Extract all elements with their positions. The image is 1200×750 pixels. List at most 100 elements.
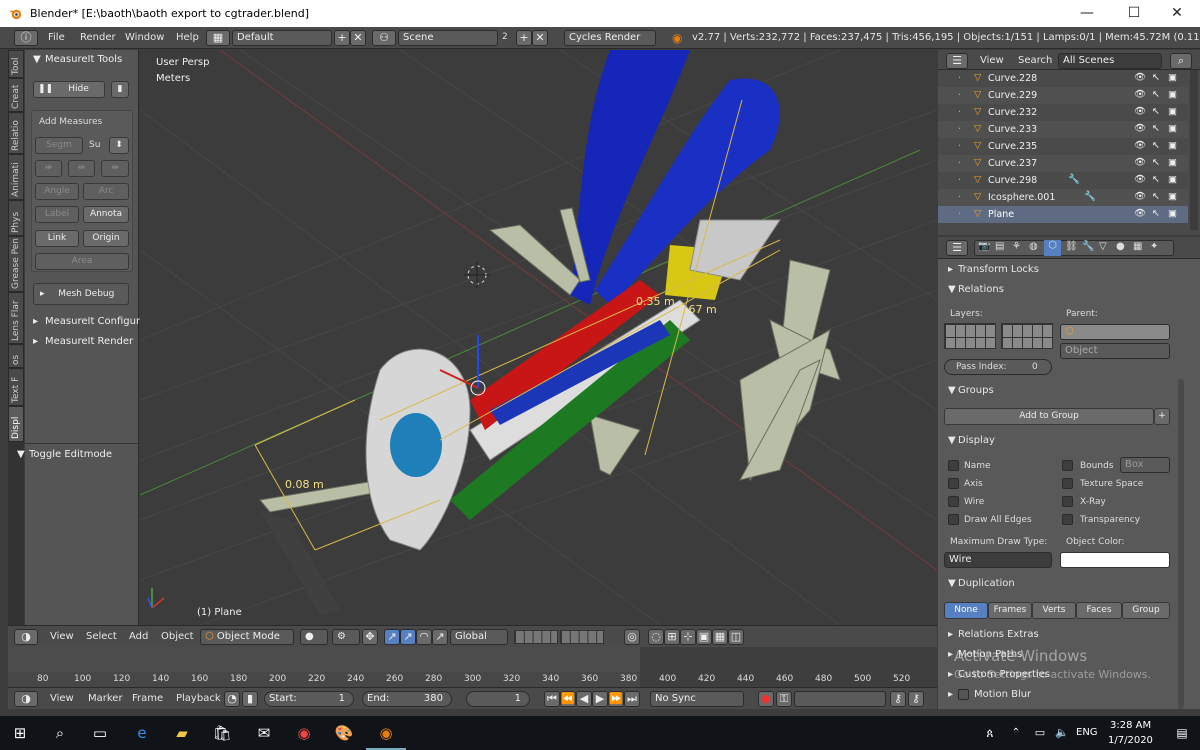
bounds-type-select[interactable]: Box	[1120, 457, 1170, 473]
name-checkbox[interactable]	[948, 460, 959, 471]
tab-os[interactable]: os	[8, 344, 24, 368]
sync-mode-select[interactable]: No Sync	[650, 691, 744, 707]
relations-header[interactable]: ▼ Relations	[944, 282, 1184, 300]
angle-button[interactable]: Angle	[35, 183, 79, 200]
menu-file[interactable]: File	[48, 32, 65, 43]
keying-set-icon[interactable]: ⚿	[776, 691, 792, 707]
transparency-checkbox[interactable]	[1062, 514, 1073, 525]
render-anim-icon[interactable]: ▦	[712, 629, 728, 645]
outliner-search-icon[interactable]: ⌕	[1170, 53, 1192, 69]
chrome-icon[interactable]: ◉	[284, 716, 324, 750]
measureit-render-header[interactable]: ▸ MeasureIt Render	[25, 334, 139, 352]
area-button[interactable]: Area	[35, 253, 129, 270]
wire-checkbox[interactable]	[948, 496, 959, 507]
outliner-scenes-select[interactable]: All Scenes	[1058, 53, 1162, 69]
opengl-render-icon[interactable]: ▣	[696, 629, 712, 645]
motion-blur-header[interactable]: ▸ Motion Blur	[944, 687, 1184, 705]
segment-button[interactable]: Segm	[35, 137, 83, 154]
su-stepper[interactable]: ⬍	[109, 137, 129, 154]
parent-field[interactable]: ⬡	[1060, 324, 1170, 340]
display-header[interactable]: ▼ Display	[944, 433, 1184, 451]
outliner-view-menu[interactable]: View	[980, 55, 1004, 66]
measure-z-button[interactable]: ⇹	[101, 160, 129, 177]
timeline-editor-icon[interactable]: ◑	[14, 691, 38, 707]
menu-window[interactable]: Window	[125, 32, 164, 43]
search-icon[interactable]: ⌕	[40, 716, 80, 750]
snap-icon[interactable]: ⊞	[664, 629, 680, 645]
texture-space-checkbox[interactable]	[1062, 478, 1073, 489]
tab-create[interactable]: Creat	[8, 78, 24, 112]
outliner-row[interactable]: · ▽ Curve.235 👁 ↖ ▣	[938, 138, 1188, 155]
properties-scrollbar[interactable]	[1178, 379, 1184, 709]
properties-editor-icon[interactable]: ☰	[946, 240, 968, 256]
outliner-row[interactable]: · ▽ Curve.228 👁 ↖ ▣	[938, 70, 1188, 87]
xray-checkbox[interactable]	[1062, 496, 1073, 507]
language-indicator[interactable]: ENG	[1076, 727, 1098, 738]
minimize-button[interactable]: —	[1064, 0, 1110, 27]
object-color-swatch[interactable]	[1060, 552, 1170, 568]
origin-button[interactable]: Origin	[83, 230, 129, 247]
layer-buttons-b[interactable]	[560, 630, 604, 644]
outliner-search-menu[interactable]: Search	[1018, 55, 1052, 66]
dup-faces-tab[interactable]: Faces	[1076, 602, 1122, 619]
properties-context-tabs[interactable]: 📷 ▤ ⚘ ◍ ⬡ ⛓ 🔧 ▽ ● ▦ ✦	[974, 240, 1174, 256]
layers-grid-a[interactable]	[944, 323, 996, 349]
render-engine-select[interactable]: Cycles Render	[564, 30, 656, 46]
timeline-view-menu[interactable]: View	[50, 693, 74, 704]
measureit-tools-header[interactable]: ▼ MeasureIt Tools	[25, 52, 139, 70]
tab-animation[interactable]: Animati	[8, 154, 24, 200]
preview-range-icon[interactable]: ◔	[224, 691, 240, 707]
tab-text[interactable]: Text F	[8, 368, 24, 406]
tab-tool[interactable]: Tool	[8, 50, 24, 78]
layout-icon[interactable]: ▦	[206, 30, 230, 46]
notifications-icon[interactable]: ▤	[1162, 716, 1200, 750]
mail-icon[interactable]: ✉	[244, 716, 284, 750]
camera-icon[interactable]: ◫	[728, 629, 744, 645]
record-icon[interactable]: ●	[758, 691, 774, 707]
duplication-header[interactable]: ▼ Duplication	[944, 576, 1184, 594]
measure-x-button[interactable]: ⇹	[35, 160, 62, 177]
shading-select[interactable]: ●	[300, 629, 328, 645]
store-icon[interactable]: 🛍	[202, 716, 242, 750]
scale-manip-icon[interactable]: ↗	[432, 629, 448, 645]
add-to-group-button[interactable]: Add to Group	[944, 408, 1154, 425]
transform-locks-header[interactable]: ▸ Transform Locks	[944, 262, 1184, 280]
file-explorer-icon[interactable]: ▰	[162, 716, 202, 750]
outliner-editor-icon[interactable]: ☰	[946, 53, 968, 69]
marker-menu[interactable]: Marker	[88, 693, 123, 704]
view3d-editor-icon[interactable]: ◑	[14, 629, 38, 645]
arc-button[interactable]: Arc	[83, 183, 129, 200]
end-frame-field[interactable]: End: 380	[362, 691, 452, 707]
paint-icon[interactable]: 🎨	[324, 716, 364, 750]
layout-field[interactable]: Default	[232, 30, 332, 46]
dup-group-tab[interactable]: Group	[1122, 602, 1170, 619]
select-menu[interactable]: Select	[86, 631, 117, 642]
menu-help[interactable]: Help	[176, 32, 199, 43]
jump-end-icon[interactable]: ⏭	[624, 691, 640, 707]
draw-all-edges-checkbox[interactable]	[948, 514, 959, 525]
layer-buttons-a[interactable]	[514, 630, 558, 644]
add-group-plus-button[interactable]: +	[1154, 408, 1170, 425]
close-button[interactable]: ✕	[1154, 0, 1200, 27]
prev-keyframe-icon[interactable]: ⏪	[560, 691, 576, 707]
remove-layout-button[interactable]: ✕	[350, 30, 366, 46]
outliner-row[interactable]: · ▽ Curve.229 👁 ↖ ▣	[938, 87, 1188, 104]
annotation-button[interactable]: Annota	[83, 206, 129, 223]
hide-button[interactable]: ❚❚ Hide	[33, 81, 105, 98]
playback-menu[interactable]: Playback	[176, 693, 221, 704]
keying-set-field[interactable]	[794, 691, 886, 707]
task-view-icon[interactable]: ▭	[80, 716, 120, 750]
blender-taskbar-icon[interactable]: ◉	[366, 716, 406, 750]
remove-scene-button[interactable]: ✕	[532, 30, 548, 46]
tab-grease-pencil[interactable]: Grease Pen	[8, 236, 24, 292]
snap-target-icon[interactable]: ⊹	[680, 629, 696, 645]
proportional-edit-icon[interactable]: ◌	[648, 629, 664, 645]
clock-time[interactable]: 3:28 AM	[1110, 720, 1151, 731]
link-button[interactable]: Link	[35, 230, 79, 247]
outliner-scrollbar[interactable]	[1190, 70, 1198, 230]
windows-start-icon[interactable]: ⊞	[0, 716, 40, 750]
next-keyframe-icon[interactable]: ⏩	[608, 691, 624, 707]
scene-field[interactable]: Scene	[398, 30, 498, 46]
bounds-checkbox[interactable]	[1062, 460, 1073, 471]
orientation-select[interactable]: Global	[450, 629, 508, 645]
